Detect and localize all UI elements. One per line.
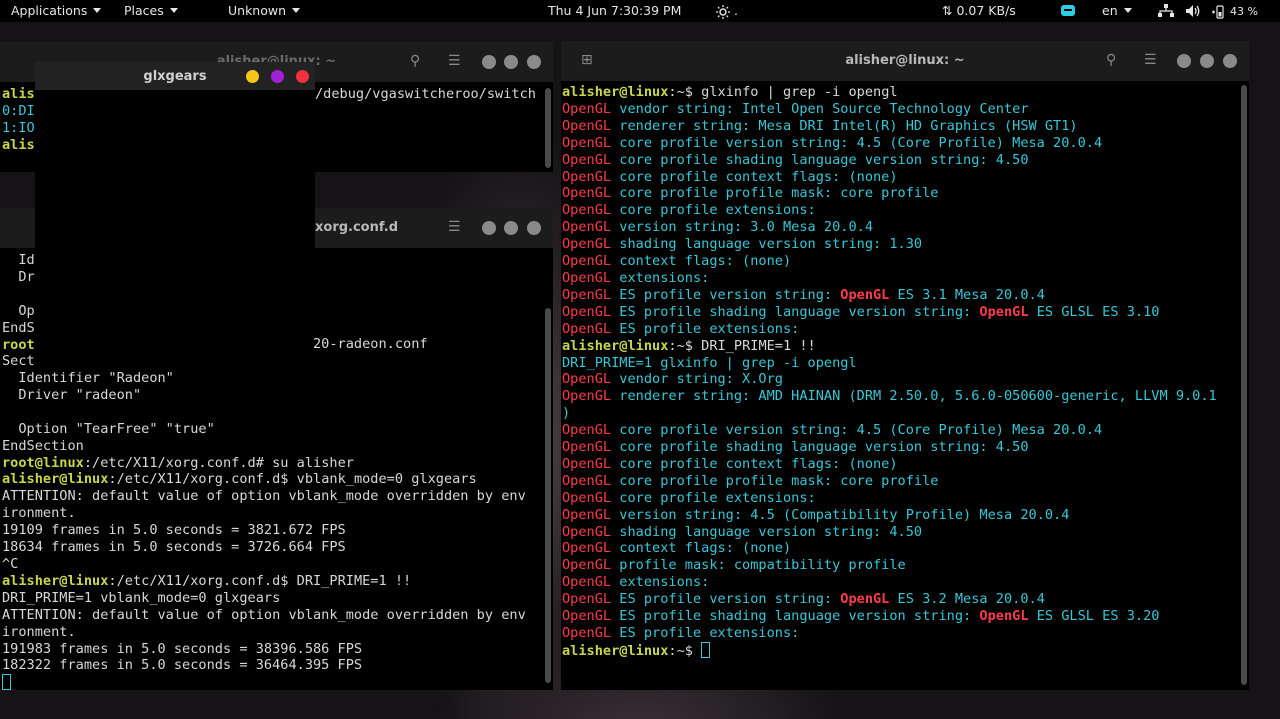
scrollbar[interactable]: [545, 88, 551, 168]
places-menu[interactable]: Places: [124, 3, 178, 18]
window-titlebar[interactable]: glxgears: [35, 62, 315, 90]
clock[interactable]: Thu 4 Jun 7:30:39 PM: [548, 3, 681, 18]
window-titlebar[interactable]: ⊞ alisher@linux: ~ ⚲ ☰: [561, 41, 1249, 81]
app-indicator[interactable]: [1060, 4, 1076, 21]
close-button[interactable]: [527, 221, 541, 235]
terminal-output-right: /debug/vgaswitcheroo/switch: [315, 86, 536, 102]
places-label: Places: [124, 3, 164, 18]
search-icon[interactable]: ⚲: [1106, 52, 1116, 68]
weather-indicator[interactable]: .: [716, 3, 738, 19]
net-speed-label: 0.07 KB/s: [956, 3, 1016, 18]
weather-text: .: [733, 3, 738, 18]
scrollbar[interactable]: [1241, 85, 1247, 685]
chevron-down-icon: [1123, 8, 1132, 13]
language-label: en: [1102, 3, 1118, 18]
close-button[interactable]: [1223, 54, 1237, 68]
close-button[interactable]: [296, 70, 309, 83]
scrollbar[interactable]: [545, 308, 551, 683]
top-panel: Applications Places Unknown Thu 4 Jun 7:…: [0, 0, 1280, 22]
minimize-button[interactable]: [1177, 54, 1191, 68]
battery-icon: [1212, 4, 1224, 19]
search-icon[interactable]: ⚲: [410, 53, 420, 69]
menu-icon[interactable]: ☰: [1144, 52, 1157, 68]
minimize-button[interactable]: [482, 221, 496, 235]
close-button[interactable]: [527, 55, 541, 69]
maximize-button[interactable]: [504, 221, 518, 235]
terminal-window-bottom-left[interactable]: xorg.conf.d ☰ Id Dr Op EndS root Sect 20…: [0, 208, 553, 692]
network-icon[interactable]: [1158, 4, 1174, 21]
window-title: xorg.conf.d: [315, 220, 399, 235]
terminal-output-fragment: Id Dr Op EndS root Sect: [2, 252, 35, 370]
maximize-button[interactable]: [271, 70, 284, 83]
menu-icon[interactable]: ☰: [448, 219, 461, 235]
sun-icon: [716, 4, 730, 19]
terminal-output-fragment-right: 20-radeon.conf: [313, 336, 428, 352]
maximize-button[interactable]: [1200, 54, 1214, 68]
language-menu[interactable]: en: [1102, 3, 1132, 18]
chevron-down-icon: [169, 8, 178, 13]
terminal-output: Identifier "Radeon" Driver "radeon" Opti…: [2, 370, 543, 692]
gears-canvas[interactable]: [35, 90, 315, 250]
minimize-button[interactable]: [246, 70, 259, 83]
unknown-menu[interactable]: Unknown: [228, 3, 301, 18]
chat-icon: [1061, 5, 1075, 16]
chevron-down-icon: [93, 8, 102, 13]
net-speed-indicator[interactable]: ⇅ 0.07 KB/s: [942, 3, 1016, 18]
menu-icon[interactable]: ☰: [448, 53, 461, 69]
maximize-button[interactable]: [504, 55, 518, 69]
glxgears-window[interactable]: glxgears: [35, 62, 315, 250]
applications-label: Applications: [11, 3, 88, 18]
minimize-button[interactable]: [482, 55, 496, 69]
battery-label: 43 %: [1229, 5, 1258, 18]
terminal-cursor: [701, 641, 711, 658]
volume-icon[interactable]: [1185, 4, 1201, 21]
battery-indicator[interactable]: 43 %: [1210, 3, 1258, 19]
terminal-cursor: [2, 674, 11, 691]
terminal-output: alisher@linux:~$ glxinfo | grep -i openg…: [562, 84, 1217, 659]
chevron-down-icon: [292, 8, 301, 13]
applications-menu[interactable]: Applications: [11, 3, 102, 18]
terminal-window-right[interactable]: ⊞ alisher@linux: ~ ⚲ ☰ alisher@linux:~$ …: [561, 41, 1249, 690]
unknown-label: Unknown: [228, 3, 287, 18]
up-down-arrows-icon: ⇅: [942, 3, 953, 18]
